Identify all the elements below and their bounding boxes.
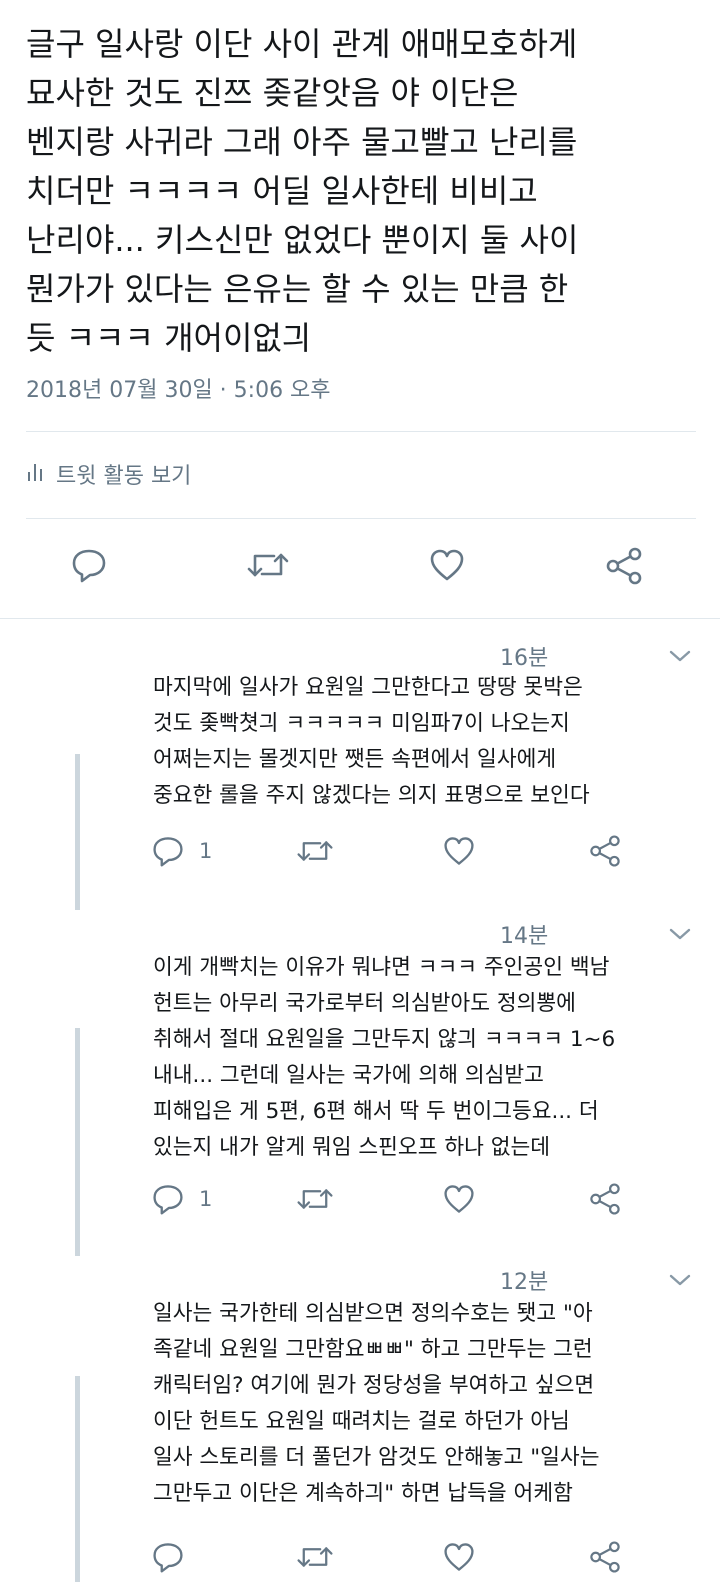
reply-button[interactable]: 1 [151,834,212,868]
reply-text-line: 족같네 요원일 그만함요ㅃㅃ" 하고 그만두는 그런 [153,1337,593,1362]
like-button[interactable] [428,546,466,584]
like-icon [428,546,466,584]
tweet-text-line: 글구 일사랑 이단 사이 관계 애매모호하게 [26,25,578,63]
retweet-button[interactable] [296,834,334,868]
divider [26,518,696,519]
reply-button[interactable] [151,1540,199,1574]
reply-text-line: 헌트는 아무리 국가로부터 의심받아도 정의뽕에 [153,991,576,1016]
reply-text-line: 이단 헌트도 요원일 때려치는 걸로 하던가 아님 [153,1409,570,1434]
share-button[interactable] [588,1182,622,1216]
tweet-text-line: 벤지랑 사귀라 그래 아주 물고빨고 난리를 [26,123,578,161]
thread-line [75,1376,80,1582]
like-button[interactable] [442,1182,476,1216]
reply-tweet[interactable]: 12분 일사는 국가한테 의심받으면 정의수호는 됏고 "아 족같네 요원일 그… [0,1258,720,1582]
tweet-text-line: 난리야... 키스신만 없었다 뿐이지 둘 사이 [26,221,579,259]
main-tweet: 글구 일사랑 이단 사이 관계 애매모호하게 묘사한 것도 진쯔 좆같앗음 야 … [0,0,720,618]
share-icon [588,1540,622,1574]
reply-time: 12분 [500,1270,549,1295]
reply-text-line: 캐릭터임? 여기에 뭔가 정당성을 부여하고 싶으면 [153,1373,595,1398]
share-icon [604,546,644,586]
reply-time: 16분 [500,646,549,671]
reply-text-line: 것도 좆빡쳣긔 ㅋㅋㅋㅋㅋ 미임파7이 나오는지 [153,711,570,736]
reply-icon [151,834,185,868]
reply-text-line: 마지막에 일사가 요원일 그만한다고 땅땅 못박은 [153,675,583,700]
tweet-timestamp[interactable]: 2018년 07월 30일 · 5:06 오후 [26,372,331,404]
reply-count: 1 [199,839,213,863]
tweet-text-line: 묘사한 것도 진쯔 좆같앗음 야 이단은 [26,74,519,112]
reply-text-line: 어쩌는지는 몰겟지만 쨋든 속편에서 일사에게 [153,747,557,772]
retweet-button[interactable] [296,1540,334,1574]
reply-text-line: 일사는 국가한테 의심받으면 정의수호는 됏고 "아 [153,1301,593,1326]
reply-tweet[interactable]: 16분 마지막에 일사가 요원일 그만한다고 땅땅 못박은 것도 좆빡쳣긔 ㅋㅋ… [0,618,720,910]
chevron-down-icon[interactable] [668,926,692,946]
tweet-text-line: 치더만 ㅋㅋㅋㅋ 어딜 일사한테 비비고 [26,172,538,210]
reply-text-line: 일사 스토리를 더 풀던가 암것도 안해놓고 "일사는 [153,1445,600,1470]
reply-icon [151,1182,185,1216]
like-button[interactable] [442,834,476,868]
tweet-activity-link[interactable]: 트윗 활동 보기 [26,458,191,490]
chevron-down-icon[interactable] [668,1272,692,1292]
share-icon [588,834,622,868]
share-button[interactable] [604,546,644,586]
like-icon [442,1182,476,1216]
share-button[interactable] [588,1540,622,1574]
reply-text: 이게 개빡치는 이유가 뭐냐면 ㅋㅋㅋ 주인공인 백남 헌트는 아무리 국가로부… [153,950,713,1166]
divider [26,431,696,432]
reply-text-line: 취해서 절대 요원일을 그만두지 않긔 ㅋㅋㅋㅋ 1~6 [153,1027,616,1052]
like-button[interactable] [442,1540,476,1574]
chevron-down-icon[interactable] [668,648,692,668]
tweet-text-line: 뭔가가 있다는 은유는 할 수 있는 만큼 한 [26,270,569,308]
retweet-icon [296,834,334,868]
reply-text-line: 있는지 내가 알게 뭐임 스핀오프 하나 없는데 [153,1135,551,1160]
like-icon [442,1540,476,1574]
reply-text: 마지막에 일사가 요원일 그만한다고 땅땅 못박은 것도 좆빡쳣긔 ㅋㅋㅋㅋㅋ … [153,670,713,814]
reply-text-line: 그만두고 이단은 계속하긔" 하면 납득을 어케함 [153,1481,573,1506]
reply-tweet[interactable]: 14분 이게 개빡치는 이유가 뭐냐면 ㅋㅋㅋ 주인공인 백남 헌트는 아무리 … [0,908,720,1258]
reply-text-line: 이게 개빡치는 이유가 뭐냐면 ㅋㅋㅋ 주인공인 백남 [153,955,610,980]
reply-icon [70,546,108,584]
retweet-icon [246,546,290,584]
thread-line [75,754,80,910]
reply-text-line: 내내... 그런데 일사는 국가에 의해 의심받고 [153,1063,544,1088]
reply-button[interactable] [70,546,108,584]
share-icon [588,1182,622,1216]
reply-time: 14분 [500,924,549,949]
tweet-text: 글구 일사랑 이단 사이 관계 애매모호하게 묘사한 것도 진쯔 좆같앗음 야 … [26,20,698,363]
retweet-icon [296,1540,334,1574]
tweet-text-line: 듯 ㅋㅋㅋ 개어이없긔 [26,319,312,357]
reply-text: 일사는 국가한테 의심받으면 정의수호는 됏고 "아 족같네 요원일 그만함요ㅃ… [153,1296,713,1512]
tweet-activity-label: 트윗 활동 보기 [56,464,192,489]
thread-line [75,1028,80,1256]
reply-button[interactable]: 1 [151,1182,212,1216]
like-icon [442,834,476,868]
reply-text-line: 피해입은 게 5편, 6편 해서 딱 두 번이그등요... 더 [153,1099,599,1124]
reply-icon [151,1540,185,1574]
bar-chart-icon [26,460,46,488]
retweet-icon [296,1182,334,1216]
reply-text-line: 중요한 롤을 주지 않겠다는 의지 표명으로 보인다 [153,783,590,808]
reply-count: 1 [199,1187,213,1211]
share-button[interactable] [588,834,622,868]
retweet-button[interactable] [296,1182,334,1216]
retweet-button[interactable] [246,546,290,584]
